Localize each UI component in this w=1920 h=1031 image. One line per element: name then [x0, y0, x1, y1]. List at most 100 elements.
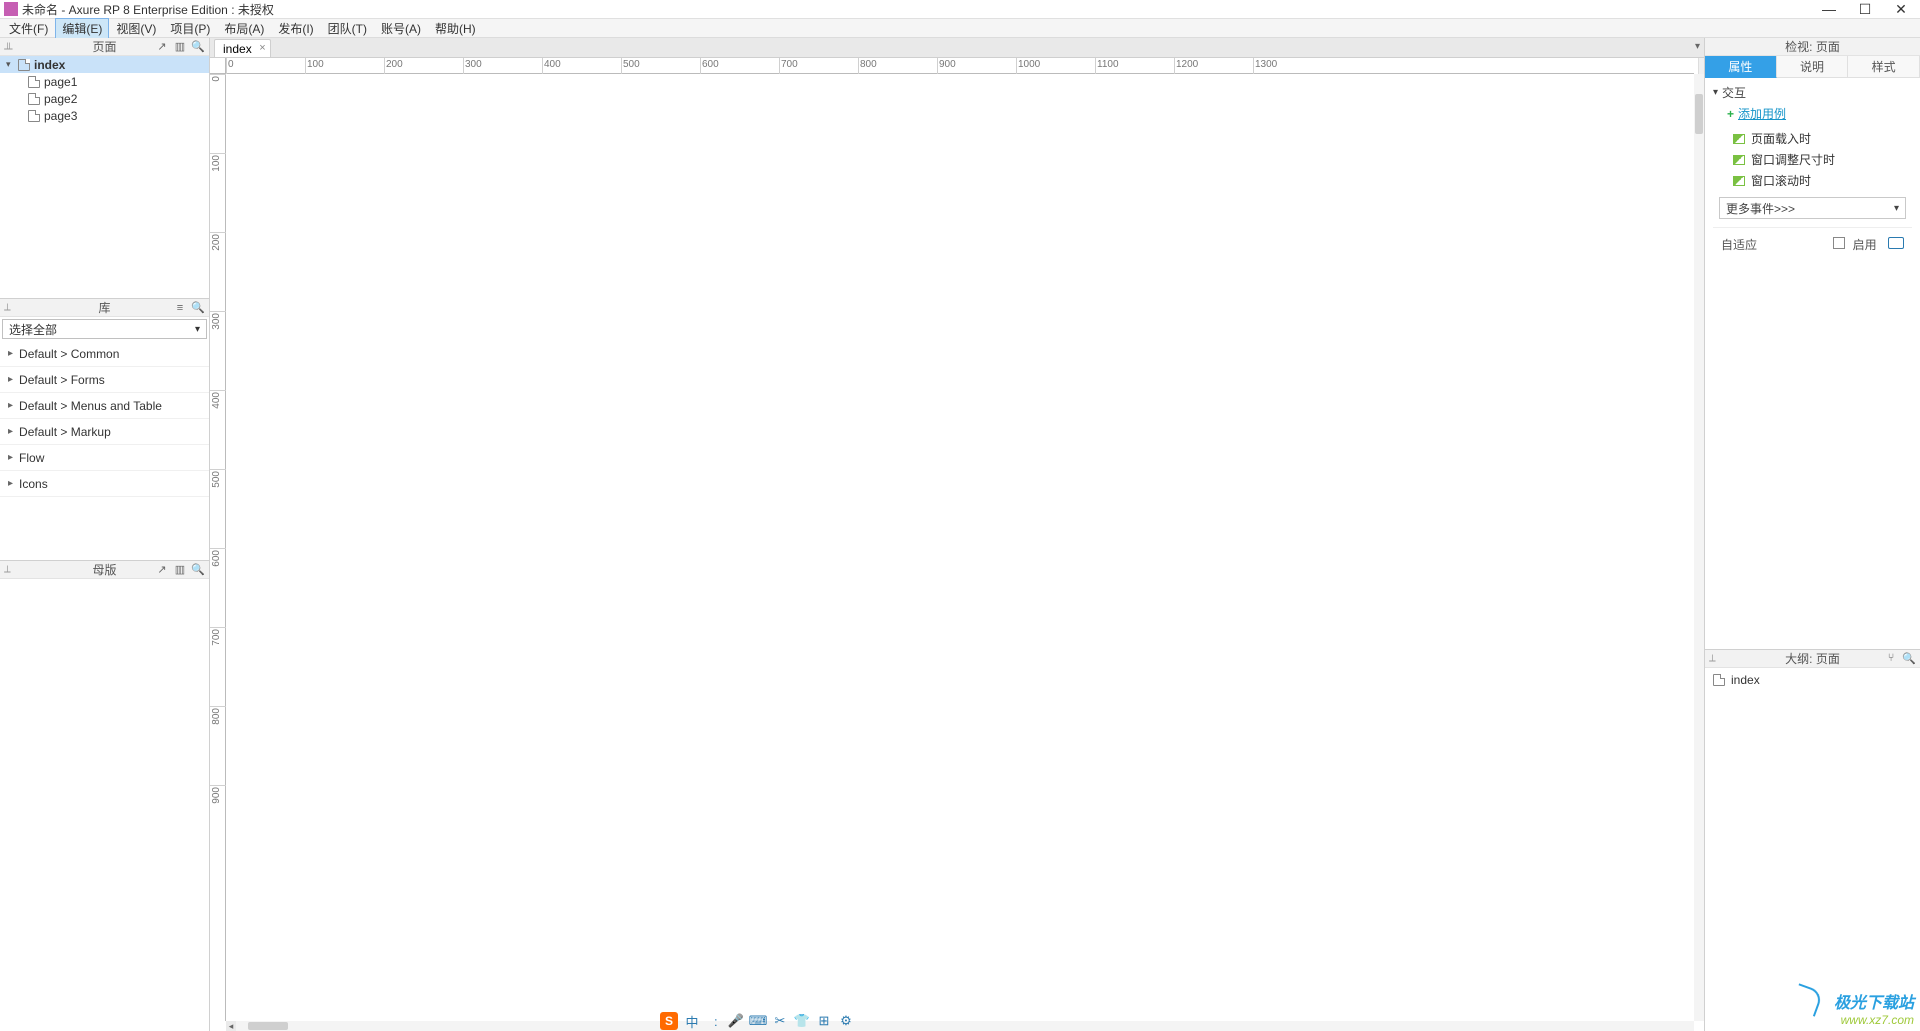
ruler-label: 1200	[1176, 59, 1198, 70]
event-flag-icon	[1733, 176, 1745, 186]
ime-tool-icon[interactable]: ⊞	[816, 1013, 832, 1029]
library-panel-header: ⟂ 库 ≡ 🔍	[0, 299, 209, 317]
add-case-link[interactable]: + 添加用例	[1727, 105, 1912, 122]
library-category[interactable]: ▸Default > Markup	[0, 419, 209, 445]
adaptive-row: 自适应 启用	[1713, 227, 1912, 261]
event-row[interactable]: 窗口滚动时	[1713, 170, 1912, 191]
page-tree-root[interactable]: ▾ index	[0, 56, 209, 73]
event-label: 窗口滚动时	[1751, 172, 1811, 189]
ruler-label: 200	[211, 234, 222, 251]
event-label: 窗口调整尺寸时	[1751, 151, 1835, 168]
add-master-icon[interactable]: ↗	[155, 563, 169, 577]
ime-lang-icon[interactable]: 中	[684, 1013, 700, 1029]
section-title-row[interactable]: ▾ 交互	[1713, 84, 1912, 101]
menu-item[interactable]: 视图(V)	[109, 18, 163, 39]
adaptive-label: 自适应	[1721, 236, 1757, 253]
search-icon[interactable]: 🔍	[191, 301, 205, 315]
search-icon[interactable]: 🔍	[1902, 651, 1916, 665]
menu-item[interactable]: 团队(T)	[321, 18, 374, 39]
design-canvas[interactable]	[226, 74, 1694, 1021]
horizontal-ruler[interactable]: 0100200300400500600700800900100011001200…	[226, 58, 1694, 74]
enable-checkbox[interactable]	[1833, 237, 1845, 249]
search-icon[interactable]: 🔍	[191, 563, 205, 577]
menu-item[interactable]: 文件(F)	[2, 18, 55, 39]
pages-tree[interactable]: ▾ index page1page2page3	[0, 56, 209, 298]
page-tree-item[interactable]: page1	[0, 73, 209, 90]
add-folder-icon[interactable]: ▥	[173, 563, 187, 577]
outline-item[interactable]: index	[1713, 672, 1912, 689]
outline-body[interactable]: index	[1705, 668, 1920, 1031]
ime-badge[interactable]: S	[660, 1012, 678, 1030]
close-button[interactable]: ✕	[1894, 1, 1908, 18]
library-selector[interactable]: 选择全部 ▾	[2, 319, 207, 339]
menu-item[interactable]: 布局(A)	[217, 18, 271, 39]
ime-skin-icon[interactable]: 👕	[794, 1013, 810, 1029]
ruler-label: 1000	[1018, 59, 1040, 70]
tab-list-dropdown-icon[interactable]: ▾	[1695, 41, 1700, 52]
ruler-label: 400	[544, 59, 561, 70]
add-folder-icon[interactable]: ▥	[173, 40, 187, 54]
inspector-spacer	[1705, 267, 1920, 649]
ruler-label: 100	[307, 59, 324, 70]
ime-mic-icon[interactable]: 🎤	[728, 1013, 744, 1029]
page-tree-item[interactable]: page3	[0, 107, 209, 124]
library-category[interactable]: ▸Icons	[0, 471, 209, 497]
library-category[interactable]: ▸Default > Common	[0, 341, 209, 367]
ruler-label: 500	[623, 59, 640, 70]
ruler-label: 1300	[1255, 59, 1277, 70]
ruler-label: 0	[228, 59, 234, 70]
ruler-label: 700	[781, 59, 798, 70]
menu-item[interactable]: 账号(A)	[374, 18, 428, 39]
tab-close-icon[interactable]: ×	[259, 42, 265, 54]
ime-cut-icon[interactable]: ✂	[772, 1013, 788, 1029]
vertical-ruler[interactable]: 0100200300400500600700800900	[210, 74, 226, 1021]
device-icon[interactable]	[1888, 237, 1904, 249]
minimize-button[interactable]: —	[1822, 1, 1836, 18]
menu-item[interactable]: 发布(I)	[271, 18, 320, 39]
more-events-dropdown[interactable]: 更多事件>>> ▾	[1719, 197, 1906, 219]
page-tree-item[interactable]: page2	[0, 90, 209, 107]
title-bar: 未命名 - Axure RP 8 Enterprise Edition : 未授…	[0, 0, 1920, 18]
scrollbar-thumb[interactable]	[248, 1022, 288, 1030]
ruler-label: 900	[211, 787, 222, 804]
document-tab[interactable]: index ×	[214, 39, 271, 57]
maximize-button[interactable]: ☐	[1858, 1, 1872, 18]
library-category[interactable]: ▸Default > Forms	[0, 367, 209, 393]
library-menu-icon[interactable]: ≡	[173, 301, 187, 315]
ime-punct-icon[interactable]: ׃	[706, 1013, 722, 1029]
scroll-left-icon[interactable]: ◂	[226, 1021, 236, 1031]
panel-pin-icon[interactable]: ⟂	[4, 564, 16, 575]
collapse-icon[interactable]: ▾	[6, 59, 14, 70]
search-icon[interactable]: 🔍	[191, 40, 205, 54]
watermark-line1: 极光下载站	[1834, 989, 1914, 1013]
ime-settings-icon[interactable]: ⚙	[838, 1013, 854, 1029]
vertical-scrollbar[interactable]	[1694, 74, 1704, 1021]
panel-pin-icon[interactable]: ⟂	[1709, 653, 1721, 664]
ruler-label: 300	[465, 59, 482, 70]
ruler-label: 1100	[1097, 59, 1119, 70]
library-panel-title: 库	[98, 299, 110, 316]
menu-item[interactable]: 帮助(H)	[428, 18, 483, 39]
inspector-tab[interactable]: 说明	[1777, 56, 1849, 78]
add-page-icon[interactable]: ↗	[155, 40, 169, 54]
library-category[interactable]: ▸Flow	[0, 445, 209, 471]
event-row[interactable]: 页面载入时	[1713, 128, 1912, 149]
horizontal-scrollbar[interactable]: ◂	[226, 1021, 1694, 1031]
scrollbar-thumb[interactable]	[1695, 94, 1703, 134]
ruler-label: 100	[211, 155, 222, 172]
inspector-tab[interactable]: 属性	[1705, 56, 1777, 78]
watermark-line2: www.xz7.com	[1834, 1013, 1914, 1027]
menu-item[interactable]: 编辑(E)	[55, 18, 109, 39]
ime-keyboard-icon[interactable]: ⌨	[750, 1013, 766, 1029]
inspector-tab[interactable]: 样式	[1848, 56, 1920, 78]
event-flag-icon	[1733, 155, 1745, 165]
panel-pin-icon[interactable]: ⟂	[6, 41, 13, 52]
tab-label: index	[223, 42, 252, 56]
library-category[interactable]: ▸Default > Menus and Table	[0, 393, 209, 419]
panel-pin-icon[interactable]: ⟂	[4, 302, 16, 313]
menu-item[interactable]: 项目(P)	[163, 18, 217, 39]
workspace: ⟂ 页面 ↗ ▥ 🔍 ▾ index page1page2page3	[0, 38, 1920, 1031]
outline-panel: ⟂ 大纲: 页面 ⑂ 🔍 index	[1705, 649, 1920, 1031]
event-row[interactable]: 窗口调整尺寸时	[1713, 149, 1912, 170]
filter-icon[interactable]: ⑂	[1884, 651, 1898, 665]
